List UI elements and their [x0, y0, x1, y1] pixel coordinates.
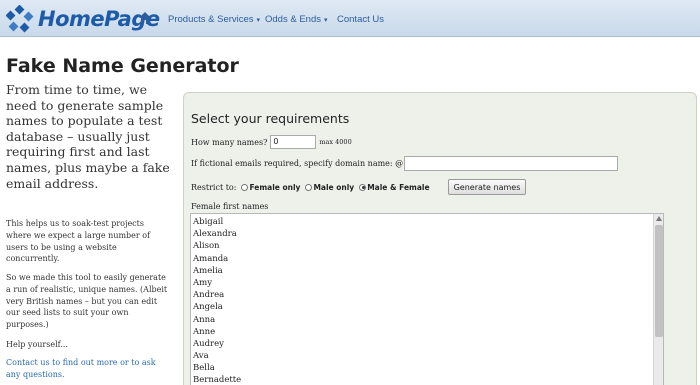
- list-item: Anna: [193, 314, 216, 325]
- list-item: Angela: [193, 302, 223, 313]
- generate-names-button[interactable]: Generate names: [447, 179, 527, 195]
- count-label: How many names?: [191, 137, 268, 147]
- list-item: Bella: [193, 363, 215, 374]
- name-count-input[interactable]: 0: [270, 135, 317, 149]
- help-text: Help yourself...: [6, 340, 68, 349]
- female-names-textarea[interactable]: Abigail Alexandra Alison Amanda Amelia Amy And…: [190, 213, 664, 385]
- list-item: Audrey: [193, 338, 224, 349]
- list-item: Amelia: [193, 265, 223, 276]
- chevron-down-icon: ▾: [256, 17, 261, 24]
- female-names-label: Female first names: [191, 202, 269, 211]
- names-list: Abigail Alexandra Alison Amanda Amelia Amy And…: [191, 214, 663, 385]
- radio-male-female[interactable]: [359, 183, 367, 191]
- list-item: Abigail: [193, 217, 224, 227]
- scrollbar[interactable]: [653, 214, 663, 385]
- list-item: Bernadette: [193, 375, 242, 385]
- site-logo[interactable]: HomePage: [6, 5, 160, 33]
- panel-title: Select your requirements: [191, 111, 350, 126]
- radio-label-male-female[interactable]: Male & Female: [367, 183, 429, 192]
- radio-male-only[interactable]: [305, 183, 313, 191]
- description-paragraph: This helps us to soak-test projects wher…: [6, 219, 151, 264]
- list-item: Alison: [193, 241, 220, 252]
- radio-label-male-only[interactable]: Male only: [313, 183, 354, 192]
- top-navbar: HomePage Products & Services ▾ Odds & End…: [0, 0, 700, 37]
- scroll-up-icon[interactable]: [656, 216, 662, 221]
- list-item: Anne: [193, 326, 216, 337]
- list-item: Alexandra: [193, 229, 237, 240]
- logo-icon: [6, 5, 34, 33]
- nav-contact-us[interactable]: Contact Us: [337, 14, 384, 25]
- list-item: Andrea: [193, 290, 225, 301]
- restrict-row: Restrict to: Female only Male only Male …: [191, 179, 527, 195]
- nav-products-services[interactable]: Products & Services ▾: [168, 14, 260, 25]
- list-item: Amy: [193, 277, 213, 288]
- description-paragraph: So we made this tool to easily generate …: [6, 273, 168, 330]
- list-item: Amanda: [193, 253, 229, 264]
- radio-label-female-only[interactable]: Female only: [249, 183, 300, 192]
- restrict-label: Restrict to:: [191, 182, 237, 192]
- chevron-down-icon: ▾: [323, 17, 328, 24]
- intro-text: From time to time, we need to generate s…: [6, 82, 170, 191]
- list-item: Ava: [193, 351, 209, 362]
- radio-female-only[interactable]: [241, 183, 249, 191]
- domain-label: If fictional emails required, specify do…: [191, 159, 404, 168]
- scrollbar-thumb[interactable]: [655, 225, 663, 337]
- requirements-panel: Select your requirements How many names?…: [183, 92, 697, 385]
- nav-odds-ends[interactable]: Odds & Ends ▾: [265, 14, 328, 25]
- max-label: max 4000: [319, 138, 352, 146]
- domain-input[interactable]: [404, 156, 619, 171]
- home-icon[interactable]: [138, 11, 152, 25]
- contact-link[interactable]: Contact us to find out more or to ask an…: [6, 357, 171, 381]
- page-title: Fake Name Generator: [6, 55, 239, 77]
- count-row: How many names? 0 max 4000: [191, 135, 352, 149]
- domain-row: If fictional emails required, specify do…: [191, 156, 619, 171]
